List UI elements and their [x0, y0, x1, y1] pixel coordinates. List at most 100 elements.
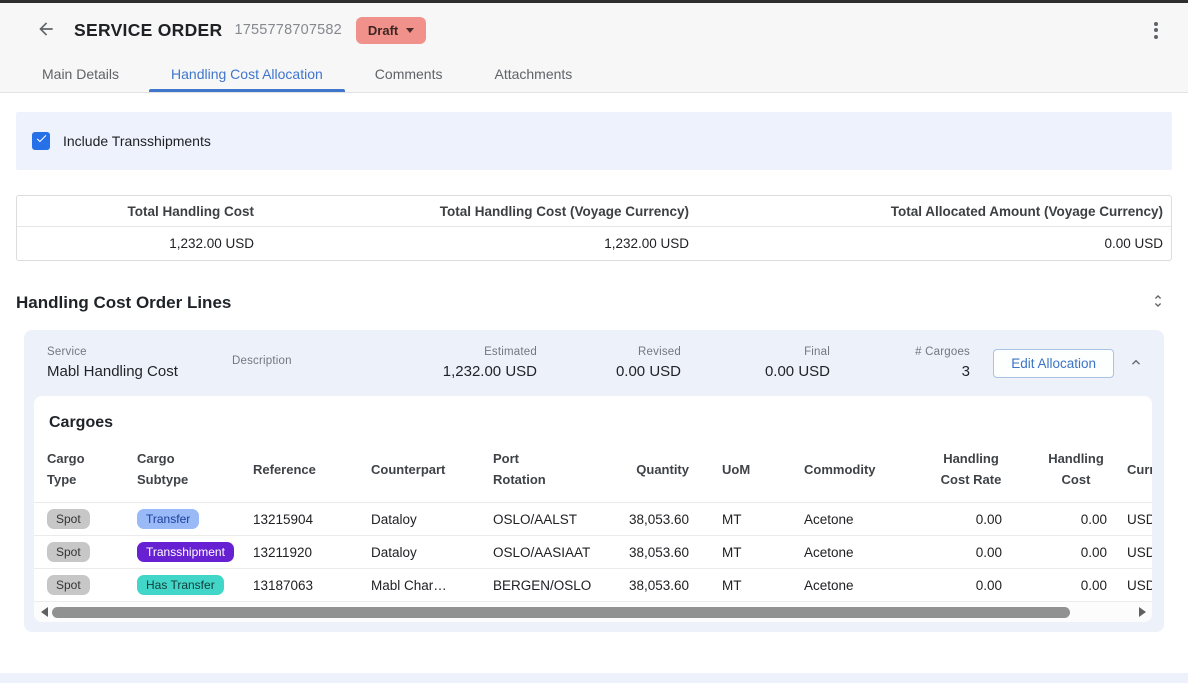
- cell-uom: MT: [689, 545, 769, 560]
- cargo-type-badge: Spot: [47, 509, 90, 529]
- cell-port-rotation: OSLO/AALST: [493, 512, 619, 527]
- order-line-header: Service Mabl Handling Cost Description E…: [34, 340, 1152, 388]
- scrollbar-thumb[interactable]: [52, 607, 1070, 618]
- cargo-subtype-badge: Has Transfer: [137, 575, 224, 595]
- collapse-line-button[interactable]: [1124, 350, 1148, 377]
- order-lines-section-head: Handling Cost Order Lines: [16, 291, 1172, 314]
- cargo-count-value: 3: [830, 363, 970, 380]
- tab-bar: Main Details Handling Cost Allocation Co…: [0, 57, 1188, 92]
- revised-value: 0.00 USD: [537, 363, 681, 380]
- cargo-row[interactable]: Spot Transshipment 13211920 Dataloy OSLO…: [34, 535, 1152, 568]
- cell-counterpart: Dataloy: [371, 512, 493, 527]
- header-quantity: Quantity: [619, 459, 689, 480]
- check-icon: [35, 132, 48, 150]
- cell-uom: MT: [689, 578, 769, 593]
- total-allocated-amount-value: 0.00 USD: [697, 227, 1171, 260]
- header-reference: Reference: [253, 459, 371, 480]
- final-label: Final: [681, 346, 830, 358]
- tab-attachments[interactable]: Attachments: [468, 57, 598, 92]
- chevron-up-icon: [1128, 358, 1144, 373]
- cargo-subtype-badge: Transshipment: [137, 542, 234, 562]
- estimated-label: Estimated: [387, 346, 537, 358]
- tab-comments[interactable]: Comments: [349, 57, 469, 92]
- cell-handling-cost: 0.00: [1002, 512, 1107, 527]
- cell-counterpart: Mabl Char…: [371, 578, 493, 593]
- service-label: Service: [47, 346, 232, 358]
- cargoes-title: Cargoes: [34, 396, 1152, 434]
- description-field: Description: [232, 355, 387, 372]
- header-port-rotation: Port Rotation: [493, 448, 619, 490]
- cargo-type-badge: Spot: [47, 542, 90, 562]
- cell-cargo-subtype: Has Transfer: [137, 575, 253, 595]
- scroll-left-arrow-icon[interactable]: [41, 607, 48, 617]
- cell-handling-cost-rate: 0.00: [909, 578, 1002, 593]
- cell-cargo-type: Spot: [47, 575, 137, 595]
- final-value: 0.00 USD: [681, 363, 830, 380]
- cargo-count-field: # Cargoes 3: [830, 346, 970, 380]
- cargo-row[interactable]: Spot Has Transfer 13187063 Mabl Char… BE…: [34, 568, 1152, 601]
- edit-allocation-button[interactable]: Edit Allocation: [993, 349, 1114, 378]
- include-transshipments-row: Include Transshipments: [16, 112, 1172, 170]
- totals-header-row: Total Handling Cost Total Handling Cost …: [17, 196, 1171, 226]
- estimated-field: Estimated 1,232.00 USD: [387, 346, 537, 380]
- header-cargo-subtype: Cargo Subtype: [137, 448, 253, 490]
- collapse-all-button[interactable]: [1144, 291, 1172, 314]
- cargo-type-badge: Spot: [47, 575, 90, 595]
- cell-cargo-type: Spot: [47, 542, 137, 562]
- kebab-dot: [1154, 28, 1158, 32]
- order-line-card: Service Mabl Handling Cost Description E…: [24, 330, 1164, 632]
- cell-port-rotation: BERGEN/OSLO: [493, 578, 619, 593]
- horizontal-scrollbar[interactable]: [34, 601, 1152, 622]
- kebab-dot: [1154, 35, 1158, 39]
- cargo-count-label: # Cargoes: [830, 346, 970, 358]
- status-badge[interactable]: Draft: [356, 17, 426, 44]
- main-content: Include Transshipments Total Handling Co…: [0, 93, 1188, 673]
- tab-handling-cost-allocation[interactable]: Handling Cost Allocation: [145, 57, 349, 92]
- total-handling-cost-value: 1,232.00 USD: [17, 227, 262, 260]
- scrollbar-track[interactable]: [52, 607, 1135, 618]
- header-handling-cost: Handling Cost: [1002, 448, 1107, 490]
- cell-uom: MT: [689, 512, 769, 527]
- total-handling-cost-voyage-value: 1,232.00 USD: [262, 227, 697, 260]
- cell-commodity: Acetone: [769, 578, 909, 593]
- page-bottom-strip: [0, 673, 1188, 683]
- back-button[interactable]: [32, 16, 60, 44]
- description-label: Description: [232, 355, 387, 367]
- revised-field: Revised 0.00 USD: [537, 346, 681, 380]
- cargo-table-header: Cargo Type Cargo Subtype Reference Count…: [34, 434, 1152, 502]
- cell-reference: 13211920: [253, 545, 371, 560]
- header-row: SERVICE ORDER 1755778707582 Draft: [0, 3, 1188, 57]
- cargo-subtype-badge: Transfer: [137, 509, 199, 529]
- scroll-right-arrow-icon[interactable]: [1139, 607, 1146, 617]
- total-handling-cost-voyage-header: Total Handling Cost (Voyage Currency): [262, 196, 697, 226]
- header-uom: UoM: [689, 459, 769, 480]
- service-value: Mabl Handling Cost: [47, 363, 232, 380]
- service-field: Service Mabl Handling Cost: [47, 346, 232, 380]
- cell-currency: USD: [1107, 545, 1152, 560]
- header-counterpart: Counterpart: [371, 459, 493, 480]
- service-order-screen: SERVICE ORDER 1755778707582 Draft Main D…: [0, 0, 1188, 683]
- arrow-left-icon: [36, 19, 56, 42]
- cargo-row[interactable]: Spot Transfer 13215904 Dataloy OSLO/AALS…: [34, 502, 1152, 535]
- cell-commodity: Acetone: [769, 545, 909, 560]
- cell-quantity: 38,053.60: [619, 545, 689, 560]
- section-title: Handling Cost Order Lines: [16, 293, 231, 313]
- cell-quantity: 38,053.60: [619, 578, 689, 593]
- cargoes-card: Cargoes Cargo Type Cargo Subtype Referen…: [34, 396, 1152, 622]
- cell-cargo-subtype: Transfer: [137, 509, 253, 529]
- totals-card: Total Handling Cost Total Handling Cost …: [16, 195, 1172, 261]
- header-cargo-type: Cargo Type: [47, 448, 137, 490]
- cell-reference: 13187063: [253, 578, 371, 593]
- tab-main-details[interactable]: Main Details: [16, 57, 145, 92]
- header-currency: Currency: [1107, 459, 1152, 480]
- kebab-menu-button[interactable]: [1148, 16, 1164, 45]
- cell-handling-cost: 0.00: [1002, 578, 1107, 593]
- cell-counterpart: Dataloy: [371, 545, 493, 560]
- totals-value-row: 1,232.00 USD 1,232.00 USD 0.00 USD: [17, 226, 1171, 260]
- revised-label: Revised: [537, 346, 681, 358]
- cell-currency: USD: [1107, 512, 1152, 527]
- unfold-less-icon: [1150, 297, 1166, 312]
- total-allocated-amount-header: Total Allocated Amount (Voyage Currency): [697, 196, 1171, 226]
- include-transshipments-checkbox[interactable]: [32, 132, 50, 150]
- cell-commodity: Acetone: [769, 512, 909, 527]
